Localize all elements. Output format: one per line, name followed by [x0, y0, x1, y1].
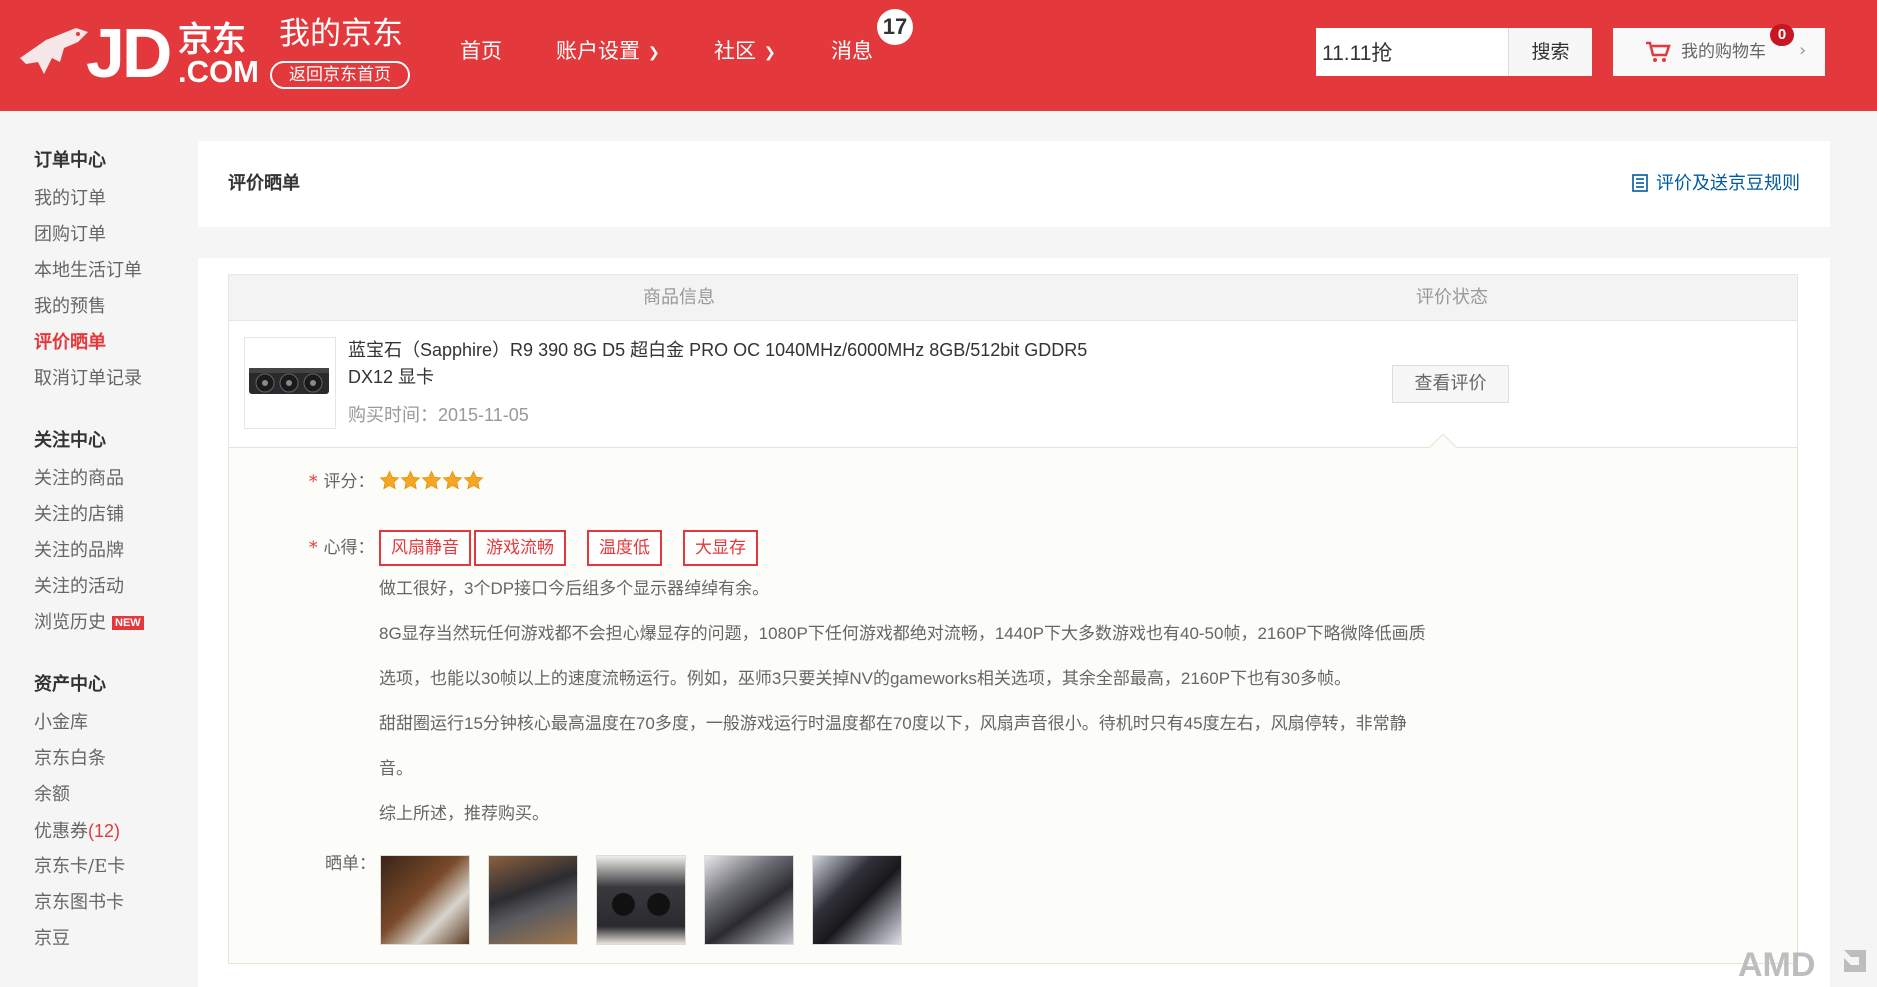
sidebar-item-followed-products[interactable]: 关注的商品 [34, 467, 124, 491]
sidebar-item-cancelled-orders[interactable]: 取消订单记录 [34, 367, 142, 391]
amd-watermark-logo-icon: AMD [1738, 946, 1866, 982]
cart-label: 我的购物车 [1681, 42, 1766, 62]
list-icon [1632, 174, 1648, 192]
photo-strip [228, 446, 1798, 966]
top-header: JD 京东 .COM 我的京东 返回京东首页 首页 账户设置 ❯ 社区 ❯ 消息 1… [0, 0, 1877, 111]
sidebar-item-my-orders[interactable]: 我的订单 [34, 187, 106, 211]
sidebar-item-coupons[interactable]: 优惠券(12) [34, 819, 120, 844]
review-rules-link[interactable]: 评价及送京豆规则 [1632, 172, 1800, 196]
jd-dog-logo-icon[interactable] [14, 18, 94, 88]
chevron-down-icon: ❯ [764, 44, 776, 61]
table-header: 商品信息 评价状态 [229, 275, 1797, 321]
header-product-info: 商品信息 [643, 287, 715, 308]
sidebar-item-jingdou[interactable]: 京豆 [34, 927, 70, 951]
graphics-card-icon [249, 368, 329, 394]
review-photo-3[interactable] [596, 855, 686, 945]
jd-logo-text[interactable]: JD [86, 18, 173, 88]
sidebar-item-followed-brands[interactable]: 关注的品牌 [34, 539, 124, 563]
jd-logo-cn: 京东 [178, 20, 246, 60]
cart-button[interactable]: 我的购物车 › 0 [1613, 24, 1825, 76]
nav-home[interactable]: 首页 [460, 36, 502, 66]
coupon-count: (12) [88, 821, 121, 841]
back-to-home-button[interactable]: 返回京东首页 [270, 61, 410, 89]
nav-account-settings[interactable]: 账户设置 ❯ [556, 36, 660, 68]
search-input[interactable] [1316, 28, 1508, 76]
sidebar-item-presale[interactable]: 我的预售 [34, 295, 106, 319]
page-title-panel: 评价晒单 评价及送京豆规则 [198, 141, 1830, 227]
new-badge: NEW [112, 616, 144, 630]
sidebar-section-assets: 资产中心 [34, 674, 106, 695]
sidebar-item-balance[interactable]: 余额 [34, 783, 70, 807]
svg-text:AMD: AMD [1738, 946, 1815, 982]
sidebar-item-baitiao[interactable]: 京东白条 [34, 747, 106, 771]
sidebar-item-local-orders[interactable]: 本地生活订单 [34, 259, 142, 283]
sidebar-item-book-card[interactable]: 京东图书卡 [34, 891, 124, 915]
review-photo-2[interactable] [488, 855, 578, 945]
sidebar-item-vault[interactable]: 小金库 [34, 711, 88, 735]
cart-count-badge: 0 [1770, 24, 1794, 46]
review-photo-5[interactable] [812, 855, 902, 945]
page-title: 评价晒单 [228, 173, 300, 194]
sidebar-section-follows: 关注中心 [34, 430, 106, 451]
sidebar-item-followed-shops[interactable]: 关注的店铺 [34, 503, 124, 527]
sidebar-item-reviews[interactable]: 评价晒单 [34, 331, 106, 355]
sidebar-item-followed-events[interactable]: 关注的活动 [34, 575, 124, 599]
sidebar-item-group-orders[interactable]: 团购订单 [34, 223, 106, 247]
search-button[interactable]: 搜索 [1508, 28, 1592, 76]
header-review-status: 评价状态 [1416, 287, 1488, 308]
my-jd-title: 我的京东 [279, 16, 403, 52]
shopping-cart-icon [1646, 41, 1671, 62]
nav-messages[interactable]: 消息 [831, 36, 873, 66]
sidebar-item-ecard[interactable]: 京东卡/E卡 [34, 855, 125, 879]
chevron-right-icon: › [1799, 40, 1807, 61]
sidebar-item-history[interactable]: 浏览历史 NEW [34, 611, 144, 635]
jd-logo-com: .COM [178, 54, 259, 89]
nav-community[interactable]: 社区 ❯ [714, 36, 776, 68]
chevron-down-icon: ❯ [648, 44, 660, 61]
sidebar-section-orders: 订单中心 [34, 150, 106, 171]
view-review-button[interactable]: 查看评价 [1392, 365, 1509, 403]
purchase-time: 购买时间：2015-11-05 [348, 405, 529, 425]
sidebar: 订单中心 我的订单 团购订单 本地生活订单 我的预售 评价晒单 取消订单记录 关… [0, 111, 198, 987]
review-photo-1[interactable] [380, 855, 470, 945]
message-count-badge: 17 [877, 9, 913, 45]
review-photo-4[interactable] [704, 855, 794, 945]
product-thumbnail[interactable] [244, 337, 336, 429]
product-name[interactable]: 蓝宝石（Sapphire）R9 390 8G D5 超白金 PRO OC 104… [348, 337, 1108, 391]
